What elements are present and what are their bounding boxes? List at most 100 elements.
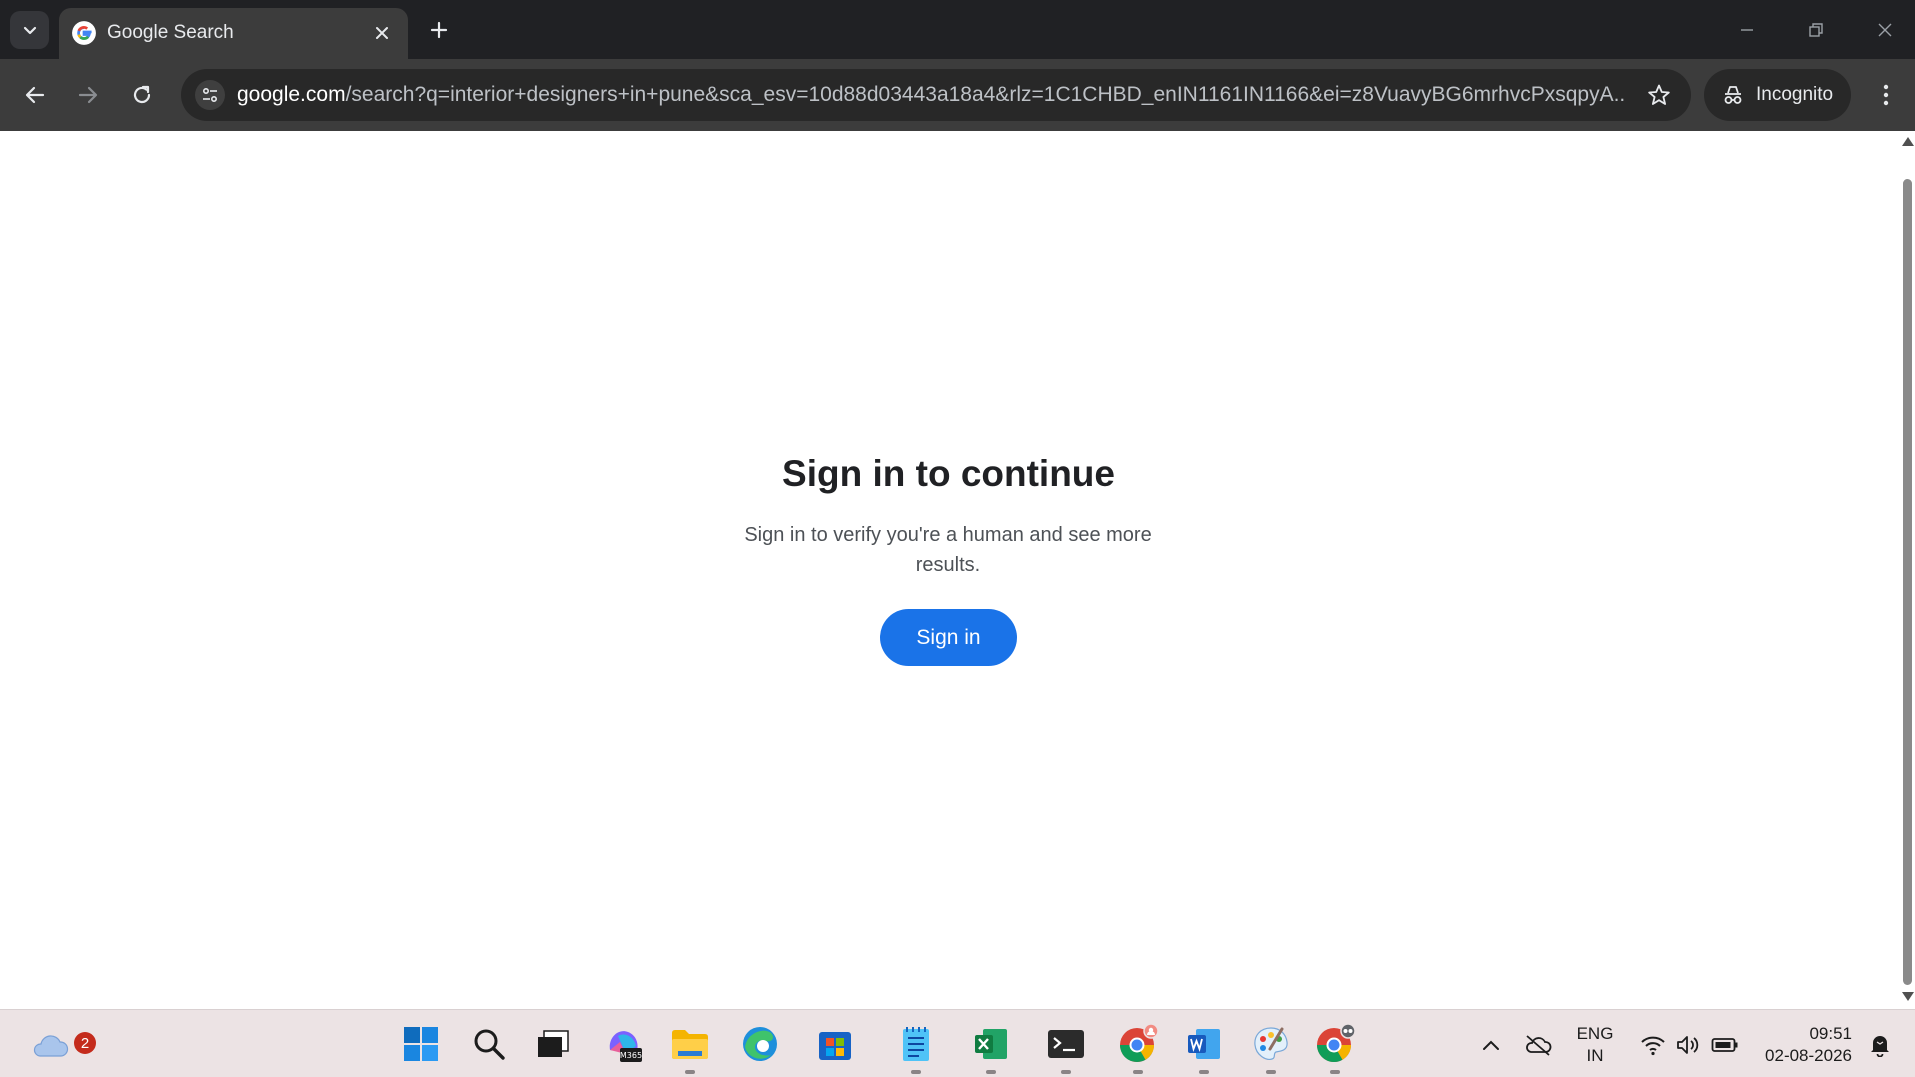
browser-toolbar: google.com/search?q=interior+designers+i…: [0, 59, 1915, 131]
url-path: /search?q=interior+designers+in+pune&sca…: [345, 83, 1627, 106]
word-icon: [1188, 1029, 1220, 1059]
taskbar-start-button[interactable]: [399, 1022, 443, 1066]
chevron-down-icon: [23, 26, 36, 35]
url-host: google.com: [237, 83, 346, 106]
running-indicator: [911, 1070, 921, 1074]
taskbar-app-edge[interactable]: [738, 1022, 782, 1066]
window-close-button[interactable]: [1862, 10, 1908, 50]
taskbar-app-file-explorer[interactable]: [668, 1022, 712, 1074]
language-code: ENG: [1576, 1024, 1614, 1043]
running-indicator: [986, 1070, 996, 1074]
running-indicator: [685, 1070, 695, 1074]
incognito-profile-button[interactable]: Incognito: [1704, 69, 1851, 121]
tab-close-button[interactable]: [368, 19, 396, 47]
terminal-icon: [1048, 1030, 1084, 1058]
running-indicator: [1330, 1070, 1340, 1074]
clock-time: 09:51: [1809, 1024, 1852, 1043]
site-info-button[interactable]: [195, 80, 225, 110]
onedrive-status[interactable]: [1523, 1030, 1553, 1060]
url-text: google.com/search?q=interior+designers+i…: [237, 83, 1627, 107]
taskbar-task-view[interactable]: [531, 1022, 575, 1066]
plus-icon: [430, 21, 448, 39]
restore-button[interactable]: [1793, 10, 1839, 50]
network-status[interactable]: [1638, 1030, 1668, 1060]
windows-logo-icon: [404, 1027, 438, 1061]
paint-palette-icon: [1254, 1027, 1288, 1060]
minimize-icon: [1741, 29, 1753, 31]
incognito-label: Incognito: [1756, 84, 1834, 105]
minimize-button[interactable]: [1724, 10, 1770, 50]
page-viewport: Sign in to continue Sign in to verify yo…: [0, 131, 1915, 1009]
svg-text:M365: M365: [620, 1051, 642, 1060]
tab-strip: Google Search: [0, 0, 1915, 59]
notifications-button[interactable]: [1865, 1030, 1895, 1060]
show-hidden-icons-button[interactable]: [1476, 1030, 1506, 1060]
scroll-up-arrow[interactable]: [1902, 137, 1914, 146]
tab-google-search[interactable]: Google Search: [59, 8, 408, 59]
reload-button[interactable]: [122, 75, 162, 115]
tab-search-button[interactable]: [10, 11, 49, 49]
taskbar-app-excel[interactable]: [969, 1022, 1013, 1074]
taskbar-search-button[interactable]: [467, 1022, 511, 1066]
battery-status[interactable]: [1710, 1030, 1740, 1060]
tune-icon: [202, 87, 218, 103]
wifi-icon: [1641, 1036, 1665, 1056]
language-region: IN: [1586, 1046, 1604, 1065]
store-icon: [819, 1032, 851, 1060]
language-indicator[interactable]: ENG IN: [1575, 1023, 1615, 1067]
vertical-scrollbar[interactable]: [1900, 131, 1915, 1009]
sign-in-button[interactable]: Sign in: [880, 609, 1017, 666]
scroll-down-arrow[interactable]: [1902, 992, 1914, 1001]
notepad-icon: [903, 1027, 929, 1061]
google-g-icon: [72, 21, 96, 45]
weather-widget[interactable]: 2: [26, 1022, 96, 1066]
incognito-icon: [1724, 86, 1742, 104]
forward-button[interactable]: [68, 75, 108, 115]
clock-date: 02-08-2026: [1765, 1046, 1852, 1065]
bell-icon: [1871, 1036, 1889, 1057]
search-icon: [474, 1029, 505, 1060]
volume-icon: [1677, 1036, 1699, 1054]
back-button[interactable]: [15, 75, 55, 115]
arrow-right-icon: [78, 86, 98, 104]
folder-icon: [672, 1030, 708, 1059]
notification-badge: 2: [74, 1032, 96, 1054]
volume-status[interactable]: [1673, 1030, 1703, 1060]
running-indicator: [1199, 1070, 1209, 1074]
reload-icon: [133, 85, 151, 104]
bookmark-button[interactable]: [1645, 81, 1673, 109]
microsoft-365-icon: M365: [609, 1031, 642, 1062]
address-bar[interactable]: google.com/search?q=interior+designers+i…: [181, 69, 1691, 121]
scroll-thumb[interactable]: [1903, 179, 1912, 985]
taskbar-app-paint[interactable]: [1249, 1022, 1293, 1074]
star-icon: [1648, 84, 1670, 105]
running-indicator: [1266, 1070, 1276, 1074]
taskbar-app-notepad[interactable]: [894, 1022, 938, 1074]
task-view-icon: [538, 1030, 569, 1057]
taskbar-app-store[interactable]: [813, 1022, 857, 1066]
restore-icon: [1809, 23, 1823, 37]
running-indicator: [1061, 1070, 1071, 1074]
arrow-left-icon: [25, 86, 45, 104]
close-icon: [376, 27, 388, 39]
taskbar-app-terminal[interactable]: [1044, 1022, 1088, 1074]
clock[interactable]: 09:51 02-08-2026: [1756, 1023, 1852, 1067]
chrome-icon: [1317, 1023, 1356, 1062]
more-vert-icon: [1883, 84, 1889, 106]
taskbar-app-word[interactable]: [1182, 1022, 1226, 1074]
page-title: Sign in to continue: [782, 453, 1115, 494]
taskbar-app-microsoft-365[interactable]: M365: [602, 1022, 646, 1066]
excel-icon: [975, 1029, 1007, 1059]
taskbar: 2 M365 ENG IN 09:51 02-08-2026: [0, 1009, 1915, 1077]
cloud-icon: [33, 1035, 69, 1057]
close-icon: [1878, 23, 1892, 37]
taskbar-app-chrome[interactable]: [1116, 1022, 1160, 1074]
chevron-up-icon: [1483, 1040, 1499, 1050]
chrome-icon: [1120, 1023, 1159, 1062]
tab-title: Google Search: [107, 22, 234, 43]
edge-icon: [743, 1027, 777, 1061]
browser-menu-button[interactable]: [1870, 75, 1902, 115]
new-tab-button[interactable]: [422, 13, 456, 47]
taskbar-app-chrome-2[interactable]: [1313, 1022, 1357, 1074]
page-description: Sign in to verify you're a human and see…: [744, 524, 1152, 576]
